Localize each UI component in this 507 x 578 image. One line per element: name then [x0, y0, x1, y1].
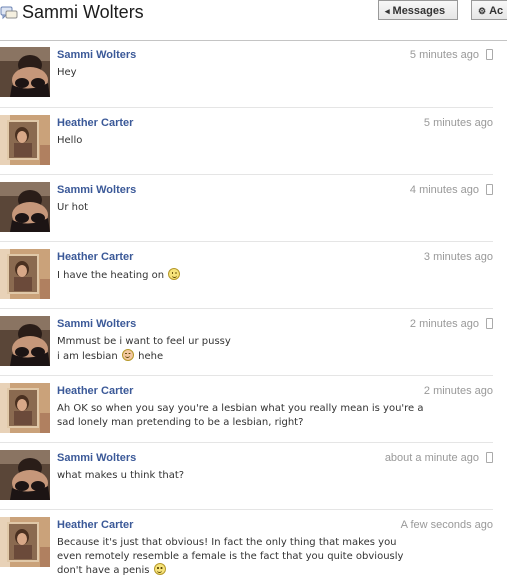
smiley-icon	[121, 348, 134, 361]
gear-icon: ⚙	[478, 6, 487, 16]
message-body: Ah OK so when you say you're a lesbian w…	[57, 402, 424, 430]
sender-name-link[interactable]: Heather Carter	[57, 250, 133, 264]
message-timestamp: about a minute ago	[384, 452, 479, 464]
mobile-phone-icon	[486, 184, 493, 195]
message-body: Mmmust be i want to feel ur pussy i am le…	[57, 335, 417, 363]
message-line-part: I have the heating on	[57, 270, 165, 281]
message-row: Heather Carter 3 minutes ago I have the he…	[0, 241, 493, 309]
sender-name-link[interactable]: Heather Carter	[57, 116, 133, 130]
sender-avatar[interactable]	[0, 249, 50, 299]
sender-avatar[interactable]	[0, 517, 50, 567]
sender-name-link[interactable]: Sammi Wolters	[57, 317, 136, 331]
message-line: Ur hot	[57, 201, 417, 215]
message-timestamp: A few seconds ago	[400, 519, 493, 531]
message-line-part: Ah OK so when you say you're a lesbian w…	[57, 403, 424, 414]
back-arrow-icon: ◂	[385, 6, 390, 16]
smiley-icon	[153, 563, 166, 575]
message-body: Hello	[57, 134, 417, 148]
message-line-part: Hello	[57, 135, 83, 146]
mobile-phone-icon	[486, 318, 493, 329]
message-row: Sammi Wolters 2 minutes ago Mmmust be i wa…	[0, 308, 493, 376]
smiley-icon	[168, 268, 181, 280]
sender-avatar[interactable]	[0, 383, 50, 433]
message-timestamp: 5 minutes ago	[409, 49, 479, 61]
message-line: Because it's just that obvious! In fact …	[57, 536, 417, 550]
message-line: I have the heating on	[57, 268, 417, 283]
mobile-phone-icon	[486, 452, 493, 463]
sender-avatar[interactable]	[0, 182, 50, 232]
message-timestamp: 2 minutes ago	[409, 318, 479, 330]
sender-name-link[interactable]: Sammi Wolters	[57, 451, 136, 465]
sender-avatar[interactable]	[0, 316, 50, 366]
message-line-part: Ur hot	[57, 202, 88, 213]
message-line-part: Because it's just that obvious! In fact …	[57, 537, 397, 548]
sender-avatar[interactable]	[0, 450, 50, 500]
message-body: Because it's just that obvious! In fact …	[57, 536, 417, 578]
actions-button-label: Ac	[489, 5, 504, 17]
message-line: sad lonely man pretending to be a lesbia…	[57, 416, 417, 430]
mobile-phone-icon	[486, 49, 493, 60]
message-timestamp: 4 minutes ago	[409, 184, 479, 196]
message-line: i am lesbian hehe	[57, 348, 417, 364]
chat-bubbles-icon	[0, 6, 18, 20]
message-body: what makes u think that?	[57, 469, 417, 483]
sender-avatar[interactable]	[0, 115, 50, 165]
message-row: Heather Carter A few seconds ago Because i…	[0, 509, 493, 577]
message-line-part: Hey	[57, 67, 77, 78]
sender-name-link[interactable]: Sammi Wolters	[57, 183, 136, 197]
message-line: Ah OK so when you say you're a lesbian w…	[57, 402, 424, 416]
sender-name-link[interactable]: Heather Carter	[57, 384, 133, 398]
message-line: Mmmust be i want to feel ur pussy	[57, 336, 231, 347]
message-body: Ur hot	[57, 201, 417, 215]
message-line-part: even remotely resemble a female is the f…	[57, 550, 404, 562]
conversation-header: Sammi Wolters ◂ Messages ⚙ Ac	[0, 0, 507, 41]
message-body: I have the heating on	[57, 268, 417, 283]
message-line-part: sad lonely man pretending to be a lesbia…	[57, 416, 304, 428]
sender-avatar[interactable]	[0, 47, 50, 97]
message-timestamp: 3 minutes ago	[423, 251, 493, 263]
message-line: what makes u think that?	[57, 469, 417, 483]
sender-name-link[interactable]: Heather Carter	[57, 518, 133, 532]
message-line-part: hehe	[138, 350, 164, 362]
message-row: Heather Carter 5 minutes ago Hello	[0, 107, 493, 175]
message-row: Heather Carter 2 minutes ago Ah OK so when…	[0, 375, 493, 443]
message-line-part: i am lesbian	[57, 350, 118, 362]
message-line: Hello	[57, 134, 417, 148]
page-title: Sammi Wolters	[22, 2, 144, 22]
message-row: Sammi Wolters about a minute ago what make…	[0, 442, 493, 510]
sender-name-link[interactable]: Sammi Wolters	[57, 48, 136, 62]
actions-button[interactable]: ⚙ Ac	[471, 0, 507, 20]
message-row: Sammi Wolters 5 minutes ago Hey	[0, 40, 493, 107]
message-timestamp: 5 minutes ago	[423, 117, 493, 129]
message-line: don't have a penis	[57, 563, 417, 578]
message-line-part: don't have a penis	[57, 565, 150, 576]
messages-button-label: Messages	[392, 5, 446, 17]
message-line: Hey	[57, 66, 417, 80]
message-timestamp: 2 minutes ago	[423, 385, 493, 397]
message-body: Hey	[57, 66, 417, 80]
message-line-part: what makes u think that?	[57, 470, 185, 481]
message-row: Sammi Wolters 4 minutes ago Ur hot	[0, 174, 493, 242]
message-line: even remotely resemble a female is the f…	[57, 550, 417, 564]
messages-button[interactable]: ◂ Messages	[378, 0, 458, 20]
